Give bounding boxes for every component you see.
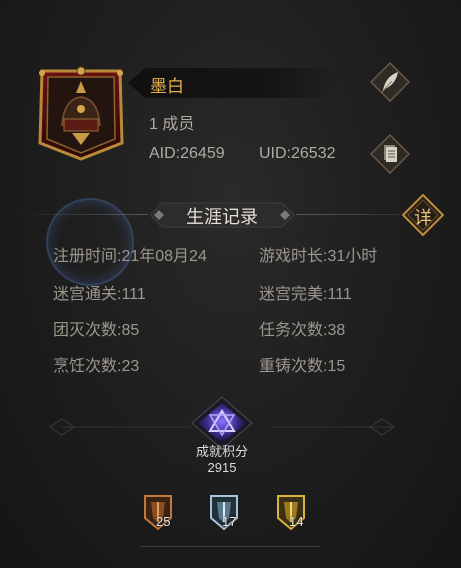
stat-maze-cleared: 迷宫通关:111 (53, 286, 146, 303)
bronze-count: 25 (156, 514, 171, 529)
achievement-emblem[interactable] (190, 395, 254, 451)
member-count: 1 成员 (149, 116, 195, 133)
stat-team-wipes: 团灭次数:85 (53, 322, 140, 339)
edit-button[interactable] (369, 61, 411, 103)
stat-play-time: 游戏时长:31小时 (259, 248, 378, 265)
documents-button[interactable] (369, 133, 411, 175)
achievement-triangle-icon (191, 396, 253, 450)
avatar-frame-icon (38, 66, 124, 161)
uid-label: UID:26532 (259, 145, 336, 162)
achievement-score: 2915 (207, 460, 237, 475)
detail-label: 详 (414, 208, 432, 228)
stat-quests: 任务次数:38 (259, 322, 346, 339)
bottom-divider (140, 546, 320, 547)
avatar[interactable] (34, 63, 128, 161)
player-name: 墨白 (150, 77, 184, 96)
stat-cooking: 烹饪次数:23 (53, 358, 140, 375)
stat-reforge: 重铸次数:15 (259, 358, 346, 375)
feather-icon (369, 61, 411, 103)
stat-register-time: 注册时间:21年08月24 (53, 248, 207, 265)
silver-count: 17 (222, 514, 237, 529)
document-icon (369, 133, 411, 175)
gold-count: 14 (289, 514, 304, 529)
section-header: 生涯记录 (148, 201, 296, 229)
detail-button[interactable]: 详 (402, 194, 444, 236)
section-divider-right (296, 214, 400, 215)
stat-maze-perfect: 迷宫完美:111 (259, 286, 352, 303)
aid-label: AID:26459 (149, 145, 225, 162)
section-title: 生涯记录 (186, 207, 258, 227)
achievement-label: 成就积分 (195, 444, 248, 459)
